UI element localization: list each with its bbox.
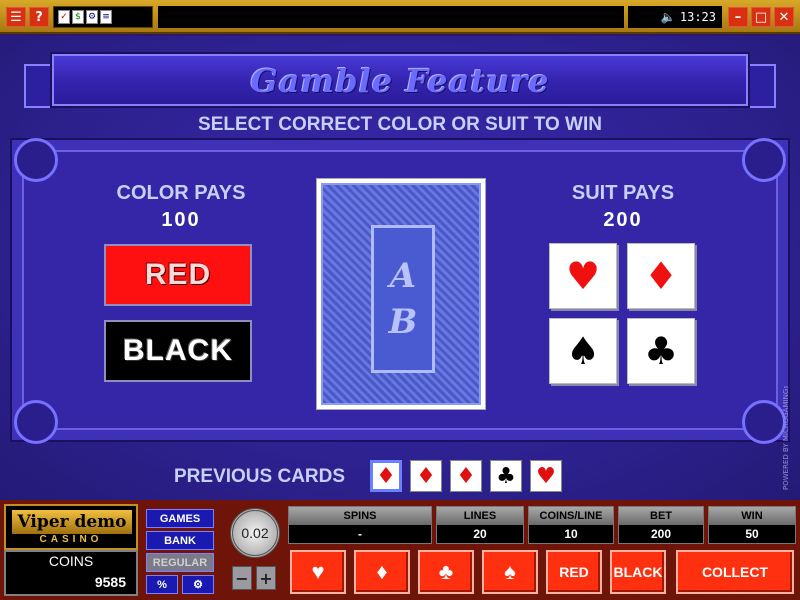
stat-label: WIN — [709, 507, 795, 525]
black-button[interactable]: BLACK — [104, 320, 252, 382]
gamble-title: Gamble Feature — [250, 62, 550, 100]
spins-stat: SPINS - — [288, 506, 432, 544]
celtic-knot-ornament — [14, 138, 58, 182]
celtic-knot-ornament — [742, 138, 786, 182]
top-bar: ☰ ? ✓ $ ⚙ ≡ 🔈 13:23 – □ ✕ — [0, 0, 800, 34]
title-display — [158, 6, 624, 28]
color-pays-label: COLOR PAYS — [116, 182, 246, 204]
coins-display: COINS 9585 — [4, 550, 138, 596]
spade-icon: ♠ — [565, 329, 601, 373]
suit-pays: SUIT PAYS 200 — [538, 182, 708, 232]
color-pays-value: 100 — [161, 209, 201, 231]
casino-subtitle: CASINO — [39, 534, 103, 545]
previous-card: ♥ — [530, 460, 562, 492]
coin-increase-button[interactable]: + — [256, 566, 276, 590]
black-action-button[interactable]: BLACK — [610, 550, 666, 594]
spades-action-button[interactable]: ♠ — [482, 550, 538, 594]
maximize-icon[interactable]: □ — [751, 7, 771, 27]
card-back-pattern: A B — [321, 183, 481, 405]
coin-decrease-button[interactable]: − — [232, 566, 252, 590]
monogram-letter: B — [388, 302, 418, 342]
previous-card: ♦ — [410, 460, 442, 492]
diamond-icon: ♦ — [643, 254, 679, 298]
bank-button[interactable]: BANK — [146, 531, 214, 550]
casino-logo: Viper demo — [12, 510, 132, 534]
celtic-knot-ornament — [742, 400, 786, 444]
previous-cards-label: PREVIOUS CARDS — [174, 466, 346, 487]
suit-pays-value: 200 — [603, 209, 643, 231]
suit-pays-label: SUIT PAYS — [571, 182, 675, 204]
win-stat: WIN 50 — [708, 506, 796, 544]
coins-label: COINS — [48, 553, 94, 569]
lines-stat: LINES 20 — [436, 506, 524, 544]
coin-size-chip[interactable]: 0.02 — [230, 508, 280, 558]
minimize-icon[interactable]: – — [728, 7, 748, 27]
collect-button[interactable]: COLLECT — [676, 550, 794, 594]
previous-card: ♦ — [450, 460, 482, 492]
celtic-knot-ornament — [14, 400, 58, 444]
clubs-action-button[interactable]: ♣ — [418, 550, 474, 594]
stat-value: 200 — [650, 527, 672, 541]
previous-card: ♣ — [490, 460, 522, 492]
stat-label: COINS/LINE — [529, 507, 613, 525]
diamond-icon: ♦ — [376, 559, 388, 584]
clock-display: 🔈 13:23 — [628, 6, 722, 28]
previous-card: ♦ — [370, 460, 402, 492]
speaker-icon[interactable]: 🔈 — [661, 10, 676, 24]
stat-label: SPINS — [289, 507, 431, 525]
settings-gears-icon[interactable]: ⚙ — [182, 575, 214, 594]
stat-label: LINES — [437, 507, 523, 525]
monogram-letter: A — [389, 256, 417, 296]
casino-brand: Viper demo CASINO — [4, 504, 138, 550]
toolbar-icons: ✓ $ ⚙ ≡ — [53, 6, 153, 28]
spade-icon: ♠ — [504, 559, 516, 584]
diamonds-button[interactable]: ♦ — [627, 243, 695, 309]
coins-value: 9585 — [94, 574, 126, 590]
powered-by-text: POWERED BY MICROGAMING™ — [782, 380, 790, 490]
close-icon[interactable]: ✕ — [774, 7, 794, 27]
stat-value: 10 — [564, 527, 578, 541]
checklist-icon[interactable]: ✓ — [58, 10, 70, 24]
games-button[interactable]: GAMES — [146, 509, 214, 528]
history-icon[interactable]: ≡ — [100, 10, 112, 24]
help-button[interactable]: ? — [29, 7, 49, 27]
clubs-button[interactable]: ♣ — [627, 318, 695, 384]
red-action-button[interactable]: RED — [546, 550, 602, 594]
heart-icon: ♥ — [311, 559, 325, 584]
percent-button[interactable]: % — [146, 575, 178, 594]
bet-stat: BET 200 — [618, 506, 704, 544]
settings-icon[interactable]: ⚙ — [86, 10, 98, 24]
red-button[interactable]: RED — [104, 244, 252, 306]
spades-button[interactable]: ♠ — [549, 318, 617, 384]
stat-value: 50 — [745, 527, 759, 541]
club-icon: ♣ — [643, 329, 679, 373]
instruction-text: SELECT CORRECT COLOR OR SUIT TO WIN — [198, 114, 602, 135]
menu-icon[interactable]: ☰ — [6, 7, 26, 27]
stat-value: - — [358, 527, 362, 541]
coins-per-line-stat: COINS/LINE 10 — [528, 506, 614, 544]
stat-label: BET — [619, 507, 703, 525]
card-monogram: A B — [371, 225, 435, 373]
chart-icon[interactable]: $ — [72, 10, 84, 24]
color-pays: COLOR PAYS 100 — [96, 182, 266, 232]
stat-value: 20 — [473, 527, 487, 541]
diamonds-action-button[interactable]: ♦ — [354, 550, 410, 594]
face-down-card: A B — [316, 178, 486, 410]
hearts-action-button[interactable]: ♥ — [290, 550, 346, 594]
clock-time: 13:23 — [679, 10, 716, 24]
hearts-button[interactable]: ♥ — [549, 243, 617, 309]
heart-icon: ♥ — [565, 254, 601, 298]
regular-button[interactable]: REGULAR — [146, 553, 214, 572]
club-icon: ♣ — [438, 559, 454, 584]
